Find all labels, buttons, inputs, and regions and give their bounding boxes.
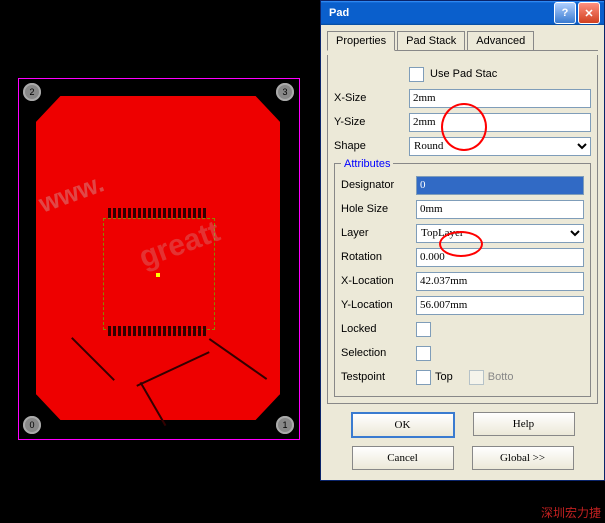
- ysize-label: Y-Size: [334, 116, 409, 128]
- attributes-title: Attributes: [341, 158, 393, 170]
- shape-select[interactable]: Round: [409, 137, 591, 156]
- cancel-button[interactable]: Cancel: [352, 446, 454, 470]
- tab-properties[interactable]: Properties: [327, 31, 395, 51]
- use-padstack-label: Use Pad Stac: [430, 68, 497, 80]
- xloc-input[interactable]: [416, 272, 584, 291]
- ysize-input[interactable]: [409, 113, 591, 132]
- xsize-label: X-Size: [334, 92, 409, 104]
- tab-content: Use Pad Stac X-Size Y-Size Shape Round A…: [327, 55, 598, 404]
- layer-select[interactable]: TopLayer: [416, 224, 584, 243]
- bottom-label: Botto: [488, 371, 514, 383]
- testpoint-bottom-checkbox: [469, 370, 484, 385]
- locked-label: Locked: [341, 323, 416, 335]
- tab-padstack[interactable]: Pad Stack: [397, 31, 465, 50]
- pcb-canvas[interactable]: 2 3 0 1 www. greatt: [8, 8, 308, 508]
- close-icon[interactable]: ✕: [578, 2, 600, 24]
- xloc-label: X-Location: [341, 275, 416, 287]
- via-1[interactable]: 1: [276, 416, 294, 434]
- holesize-input[interactable]: [416, 200, 584, 219]
- locked-checkbox[interactable]: [416, 322, 431, 337]
- via-3[interactable]: 3: [276, 83, 294, 101]
- tab-advanced[interactable]: Advanced: [467, 31, 534, 50]
- top-label: Top: [435, 371, 453, 383]
- dialog-title: Pad: [325, 7, 552, 19]
- holesize-label: Hole Size: [341, 203, 416, 215]
- use-padstack-checkbox[interactable]: [409, 67, 424, 82]
- help-button[interactable]: Help: [473, 412, 575, 436]
- chip-center-dot: [156, 273, 160, 277]
- designator-input[interactable]: [416, 176, 584, 195]
- selection-label: Selection: [341, 347, 416, 359]
- chip-pins-bottom: [108, 326, 206, 336]
- footer-text: 深圳宏力捷: [541, 504, 601, 521]
- yloc-input[interactable]: [416, 296, 584, 315]
- global-button[interactable]: Global >>: [472, 446, 574, 470]
- xsize-input[interactable]: [409, 89, 591, 108]
- ok-button[interactable]: OK: [351, 412, 455, 438]
- selection-checkbox[interactable]: [416, 346, 431, 361]
- rotation-input[interactable]: [416, 248, 584, 267]
- help-icon[interactable]: ?: [554, 2, 576, 24]
- attributes-fieldset: Attributes Designator Hole Size LayerTop…: [334, 163, 591, 397]
- via-2[interactable]: 2: [23, 83, 41, 101]
- chip-pins-top: [108, 208, 206, 218]
- titlebar[interactable]: Pad ? ✕: [321, 1, 604, 25]
- layer-label: Layer: [341, 227, 416, 239]
- pad-dialog: Pad ? ✕ Properties Pad Stack Advanced Us…: [320, 0, 605, 481]
- tab-bar: Properties Pad Stack Advanced: [327, 31, 598, 51]
- via-0[interactable]: 0: [23, 416, 41, 434]
- rotation-label: Rotation: [341, 251, 416, 263]
- testpoint-label: Testpoint: [341, 371, 416, 383]
- designator-label: Designator: [341, 179, 416, 191]
- yloc-label: Y-Location: [341, 299, 416, 311]
- testpoint-top-checkbox[interactable]: [416, 370, 431, 385]
- shape-label: Shape: [334, 140, 409, 152]
